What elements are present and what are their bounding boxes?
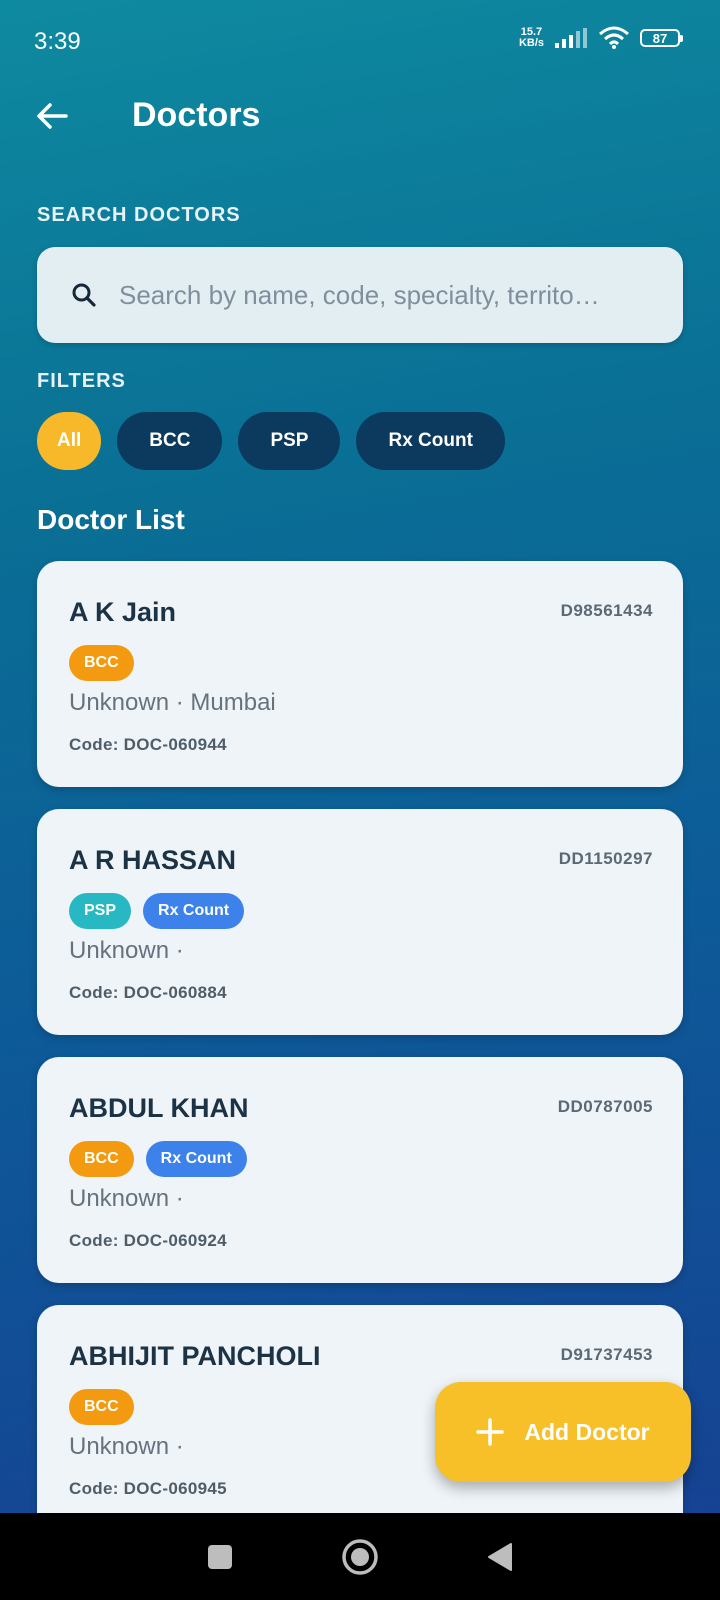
recents-button[interactable] <box>198 1535 242 1579</box>
doctor-code: Code: DOC-060945 <box>69 1479 227 1498</box>
home-circle-icon <box>342 1538 378 1575</box>
doctor-code: Code: DOC-060944 <box>69 735 227 754</box>
filter-chip-psp[interactable]: PSP <box>238 412 341 470</box>
doctor-tags: BCC <box>69 1389 134 1425</box>
page-title: Doctors <box>132 96 261 134</box>
back-nav-button[interactable] <box>478 1535 522 1579</box>
doctor-card[interactable]: ABDUL KHAN DD0787005 BCC Rx Count Unknow… <box>37 1057 683 1283</box>
doctor-name: ABDUL KHAN <box>69 1093 249 1123</box>
network-speed: 15.7 KB/s <box>519 27 544 49</box>
app-bar: Doctors <box>0 84 720 148</box>
doctor-name: A R HASSAN <box>69 845 237 875</box>
filter-chip-all[interactable]: All <box>37 412 102 470</box>
tag-bcc: BCC <box>69 1141 134 1177</box>
add-doctor-label: Add Doctor <box>524 1418 650 1445</box>
doctor-name: ABHIJIT PANCHOLI <box>69 1341 321 1371</box>
doctor-id: D98561434 <box>560 601 653 620</box>
status-time: 3:39 <box>34 28 81 55</box>
doctor-id: DD0787005 <box>557 1097 653 1116</box>
tag-bcc: BCC <box>69 645 134 681</box>
back-button[interactable] <box>30 94 74 138</box>
search-input[interactable] <box>117 278 651 312</box>
search-icon <box>69 280 99 310</box>
doctor-id: D91737453 <box>560 1345 653 1364</box>
doctor-tags: BCC Rx Count <box>69 1141 247 1177</box>
tag-psp: PSP <box>69 893 132 929</box>
doctor-list-title: Doctor List <box>37 504 185 535</box>
tag-bcc: BCC <box>69 1389 134 1425</box>
battery-icon: 87 <box>640 29 683 47</box>
home-button[interactable] <box>338 1535 382 1579</box>
recents-square-icon <box>208 1544 232 1569</box>
filter-chip-bcc[interactable]: BCC <box>117 412 223 470</box>
doctor-card[interactable]: A R HASSAN DD1150297 PSP Rx Count Unknow… <box>37 809 683 1035</box>
system-nav-bar <box>0 1513 720 1600</box>
doctor-id: DD1150297 <box>558 849 653 868</box>
wifi-icon <box>599 26 629 49</box>
doctor-code: Code: DOC-060924 <box>69 1231 227 1250</box>
doctor-meta: Unknown · <box>69 1433 184 1460</box>
status-icons: 15.7 KB/s 87 <box>519 26 683 50</box>
doctor-meta: Unknown · <box>69 1185 184 1212</box>
back-triangle-icon <box>488 1542 512 1571</box>
status-bar: 3:39 15.7 KB/s 87 <box>0 0 720 84</box>
filter-chip-rx-count[interactable]: Rx Count <box>356 412 505 470</box>
search-box[interactable] <box>37 247 683 343</box>
doctor-name: A K Jain <box>69 597 177 627</box>
network-speed-unit: KB/s <box>518 37 544 49</box>
doctor-code: Code: DOC-060884 <box>69 983 227 1002</box>
doctor-card[interactable]: A K Jain D98561434 BCC Unknown · Mumbai … <box>37 561 683 787</box>
doctor-meta: Unknown · <box>69 937 184 964</box>
signal-icon <box>555 28 587 48</box>
search-section-label: SEARCH DOCTORS <box>37 204 241 226</box>
filters-section-label: FILTERS <box>37 370 126 392</box>
tag-rx-count: Rx Count <box>143 893 245 929</box>
arrow-left-icon <box>37 103 68 129</box>
doctor-meta: Unknown · Mumbai <box>69 689 276 716</box>
plus-icon <box>476 1418 505 1446</box>
doctor-tags: PSP Rx Count <box>69 893 245 929</box>
add-doctor-button[interactable]: Add Doctor <box>435 1382 691 1482</box>
tag-rx-count: Rx Count <box>145 1141 247 1177</box>
filter-chips: All BCC PSP Rx Count <box>37 412 505 470</box>
doctor-tags: BCC <box>69 645 134 681</box>
